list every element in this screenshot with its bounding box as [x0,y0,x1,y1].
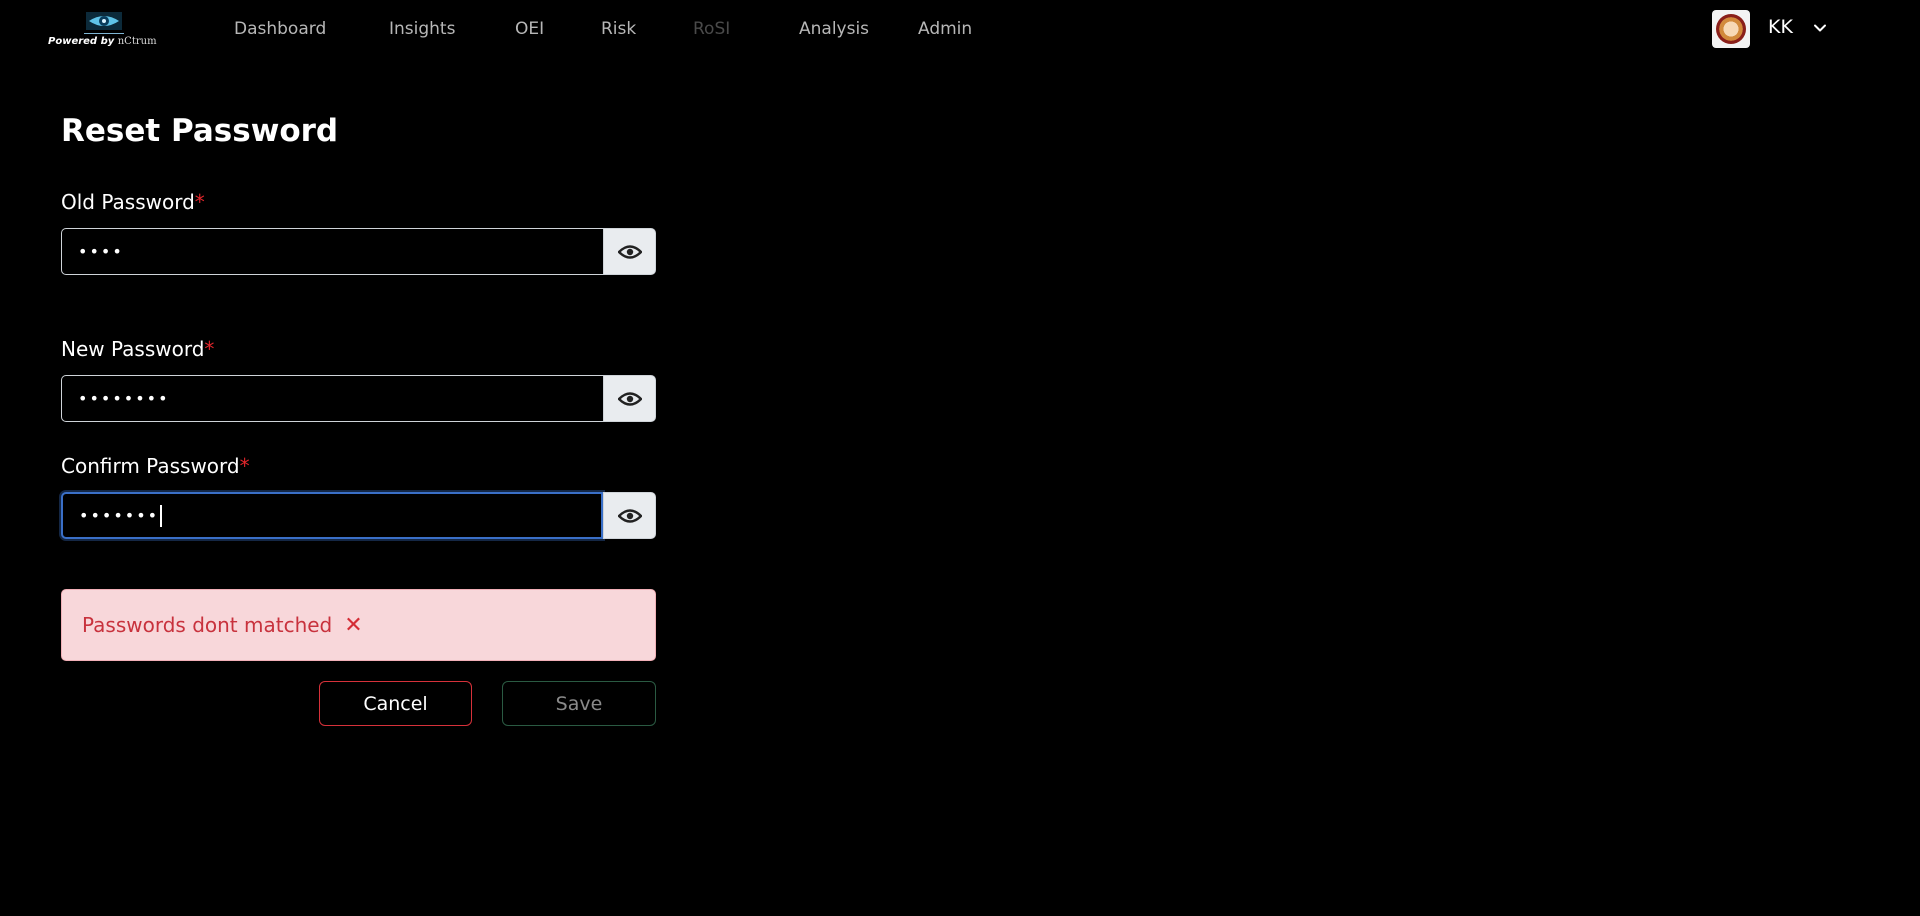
new-password-value: •••••••• [78,389,170,408]
top-navbar: Powered by nCtrum Dashboard Insights OEI… [0,0,1920,60]
toggle-new-password-button[interactable] [603,375,656,422]
nav-risk[interactable]: Risk [601,19,636,39]
nav-admin[interactable]: Admin [918,19,972,39]
new-password-group: •••••••• [61,375,656,422]
nav-dashboard[interactable]: Dashboard [234,19,326,39]
old-password-group: •••• [61,228,656,275]
chevron-down-icon[interactable] [1812,20,1828,36]
new-password-label-text: New Password [61,337,205,361]
text-caret [160,504,162,527]
avatar[interactable] [1712,10,1750,48]
logo-brand: nCtrum [117,36,157,47]
toggle-confirm-password-button[interactable] [603,492,656,539]
page-title: Reset Password [61,113,339,149]
new-password-label: New Password* [61,337,214,361]
new-password-input[interactable]: •••••••• [61,375,603,422]
error-alert: Passwords dont matched ✕ [61,589,656,661]
confirm-password-value: ••••••• [79,506,160,525]
nav-analysis[interactable]: Analysis [799,19,869,39]
old-password-value: •••• [78,242,124,261]
eye-icon [617,391,642,406]
eye-icon [617,244,642,259]
app-logo[interactable]: Powered by nCtrum [48,10,160,50]
toggle-old-password-button[interactable] [603,228,656,275]
confirm-password-group: ••••••• [61,492,656,539]
logo-tagline: Powered by [48,36,115,47]
eye-logo-icon [86,12,122,30]
save-button[interactable]: Save [502,681,656,726]
close-icon[interactable]: ✕ [344,613,362,638]
old-password-input[interactable]: •••• [61,228,603,275]
required-marker: * [204,337,215,361]
nav-oei[interactable]: OEI [515,19,544,39]
required-marker: * [239,454,250,478]
user-initials[interactable]: KK [1768,16,1793,38]
confirm-password-label-text: Confirm Password [61,454,240,478]
avatar-image [1716,14,1746,44]
eye-icon [617,508,642,523]
required-marker: * [194,190,205,214]
cancel-button[interactable]: Cancel [319,681,472,726]
nav-insights[interactable]: Insights [389,19,455,39]
nav-rosi: RoSI [693,19,731,39]
confirm-password-input[interactable]: ••••••• [61,492,603,539]
error-message: Passwords dont matched [82,613,333,637]
logo-divider [84,33,124,34]
old-password-label-text: Old Password [61,190,195,214]
confirm-password-label: Confirm Password* [61,454,250,478]
old-password-label: Old Password* [61,190,205,214]
logo-text: Powered by nCtrum [48,36,157,47]
